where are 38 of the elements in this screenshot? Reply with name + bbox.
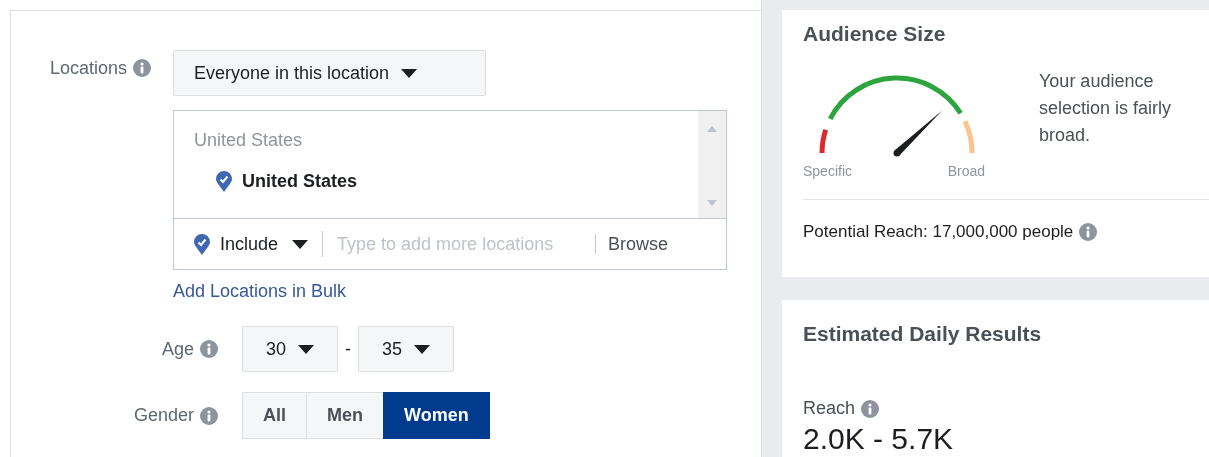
caret-icon [414,344,430,354]
card-title: Audience Size [803,22,947,46]
gender-option[interactable]: All [242,392,307,439]
info-icon [133,59,151,77]
age-dropdown[interactable]: 30 [242,326,338,372]
location-search-field[interactable]: Type to add more locations [337,233,596,255]
info-icon [1079,223,1098,241]
gender-option[interactable]: Men [306,392,384,439]
scroll-up-icon [707,126,717,132]
info-icon [200,406,218,425]
location-pin-icon [194,233,210,255]
metric-label: Reach [803,398,856,419]
location-type-dropdown[interactable]: Everyone in this location [173,50,486,96]
info-icon [200,340,218,358]
scrollbar[interactable] [698,111,726,218]
gauge-label: Broad [947,163,985,179]
metric-value: 2.0K - 5.7K [803,423,955,455]
scroll-down-icon [707,200,717,206]
caret-icon [401,68,418,78]
info-icon [861,399,880,418]
caret-icon [292,239,309,249]
bulk-link[interactable]: Add Locations in Bulk [173,281,347,302]
separator: - [344,338,352,360]
include-dropdown[interactable]: Include [210,233,309,255]
gender-option[interactable]: Women [383,392,490,439]
gauge-label: Specific [803,163,853,179]
browse-button[interactable]: Browse [608,233,669,255]
field-label: Age [161,338,194,360]
card-title: Estimated Daily Results [803,322,1043,346]
caret-icon [298,344,314,354]
field-label: Gender [133,405,194,426]
potential-reach: Potential Reach: 17,000,000 people [803,222,1074,242]
age-dropdown[interactable]: 35 [358,326,454,372]
location-pin-icon [216,171,232,192]
audience-description: Your audience selection is fairly broad. [1039,70,1173,147]
field-label: Locations [49,57,127,79]
location-name: United States [242,171,358,192]
list-header: United States [194,130,304,151]
